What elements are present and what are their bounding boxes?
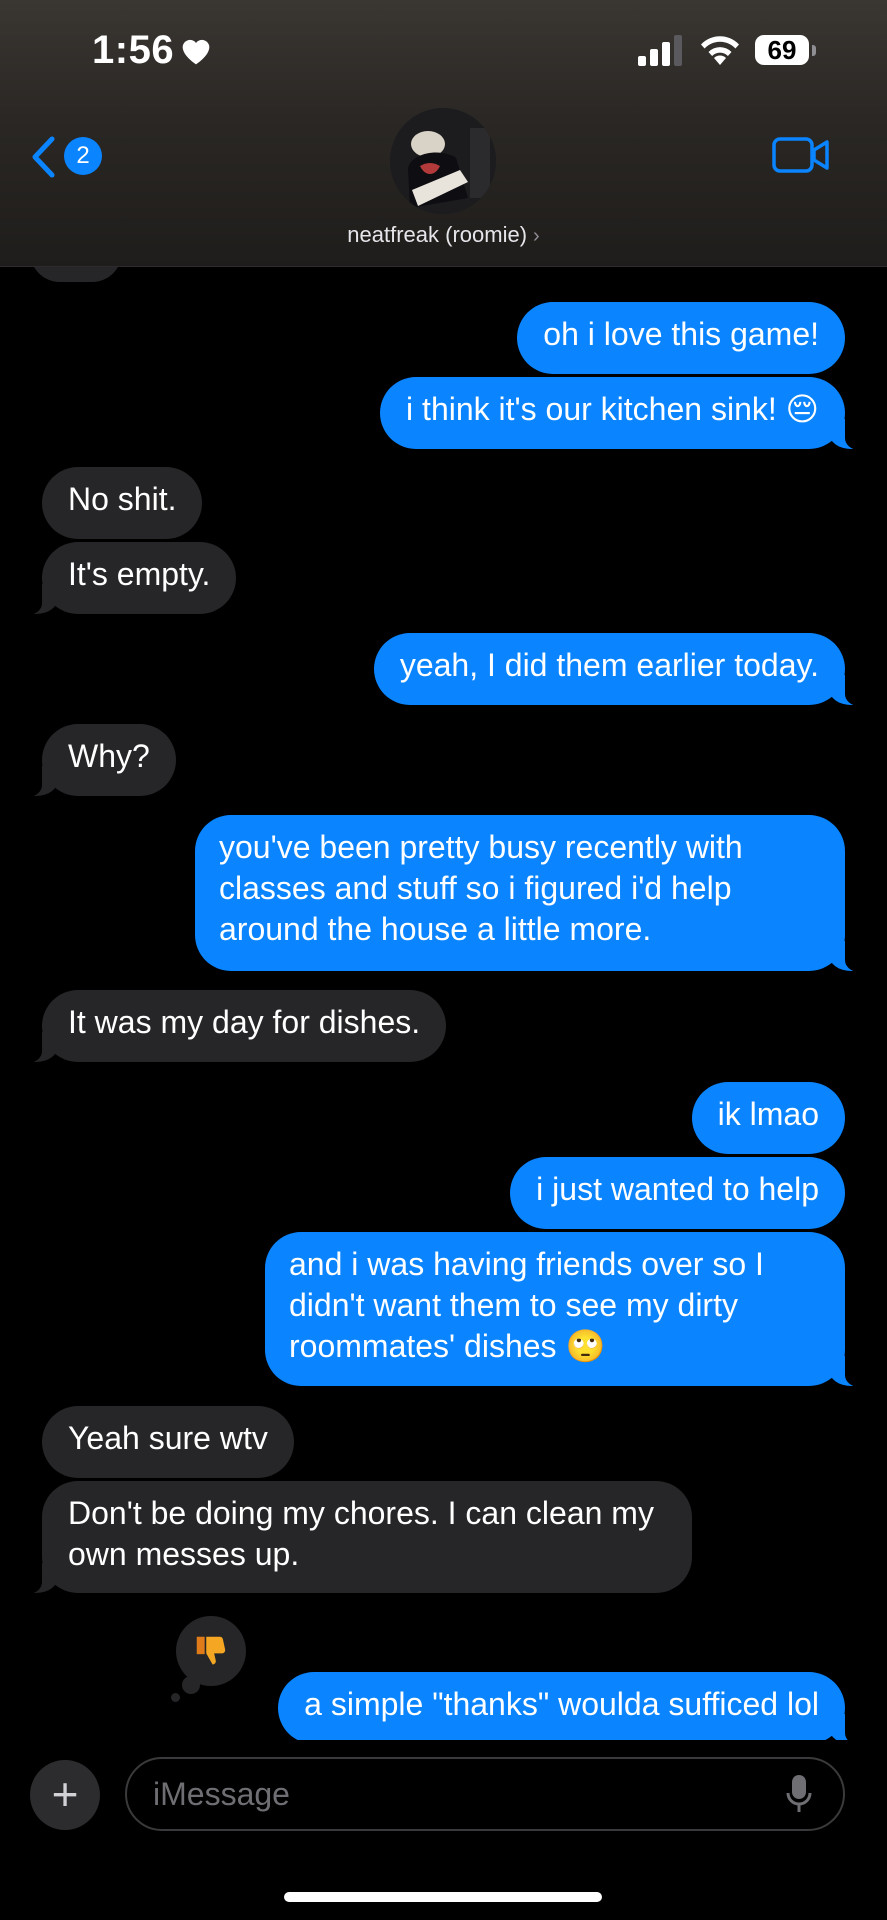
imessage-input[interactable]: [125, 1757, 845, 1831]
message-bubble-sent[interactable]: you've been pretty busy recently with cl…: [195, 815, 867, 972]
message-thread: oh i love this game! i think it's our ki…: [0, 0, 887, 1920]
conversation-header: 1:56 69 2 neatfreak (roomie) ›: [0, 0, 887, 267]
thumbs-down-reaction[interactable]: [176, 1616, 246, 1686]
status-time: 1:56: [92, 28, 175, 72]
wifi-icon: [701, 36, 739, 65]
message-bubble-received[interactable]: Yeah sure wtv: [42, 1406, 294, 1478]
unread-count-badge: 2: [64, 137, 102, 175]
back-chevron-icon: [32, 136, 55, 178]
avatar-photo: [390, 108, 496, 214]
message-bubble-sent[interactable]: oh i love this game!: [517, 302, 845, 374]
message-bubble-sent[interactable]: and i was having friends over so I didn'…: [265, 1232, 867, 1387]
signal-icon: [638, 35, 682, 66]
message-bubble-received[interactable]: No shit.: [42, 467, 203, 539]
battery-icon: 69: [755, 35, 817, 67]
thumbs-down-icon: [196, 1636, 226, 1665]
battery-level: 69: [755, 35, 809, 65]
video-camera-icon: [772, 137, 829, 173]
message-bubble-sent[interactable]: yeah, I did them earlier today.: [373, 633, 868, 706]
message-bubble-received[interactable]: It's empty.: [19, 542, 237, 615]
contact-avatar[interactable]: [390, 108, 496, 214]
message-bubble-received[interactable]: Don't be doing my chores. I can clean my…: [20, 1481, 692, 1594]
facetime-video-button[interactable]: [772, 135, 830, 175]
reaction-tail-dot: [171, 1693, 180, 1702]
message-bubble-sent[interactable]: i think it's our kitchen sink! 😔: [380, 377, 867, 450]
message-bubble-received[interactable]: It was my day for dishes.: [19, 990, 447, 1063]
chevron-right-icon: ›: [533, 225, 540, 247]
message-bubble-received[interactable]: Why?: [20, 724, 176, 797]
back-button[interactable]: 2: [30, 132, 106, 180]
battery-nub: [812, 45, 816, 56]
message-bubble-sent[interactable]: ik lmao: [691, 1082, 845, 1154]
contact-name[interactable]: neatfreak (roomie) ›: [0, 222, 887, 248]
home-indicator[interactable]: [284, 1892, 602, 1902]
microphone-icon[interactable]: [786, 1773, 812, 1815]
message-bubble-sent[interactable]: a simple "thanks" woulda sufficed lol: [278, 1672, 867, 1745]
plus-icon: +: [51, 1768, 79, 1820]
heart-icon: [182, 39, 210, 65]
apps-plus-button[interactable]: +: [30, 1760, 100, 1830]
message-bubble-sent[interactable]: i just wanted to help: [510, 1157, 845, 1229]
